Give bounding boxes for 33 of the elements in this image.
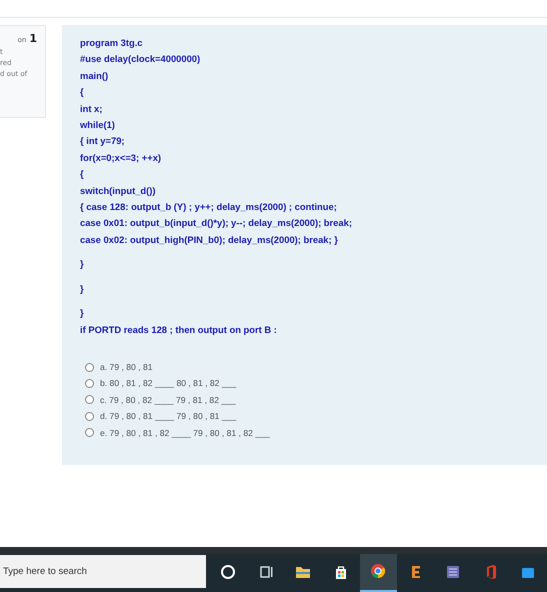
code-line: if PORTD reads 128 ; then output on port B :: [80, 322, 278, 337]
code-line: }: [80, 306, 85, 320]
code-line: while(1): [80, 118, 116, 132]
code-line: #use delay(clock=4000000): [80, 52, 202, 66]
search-field[interactable]: Type here to search: [0, 555, 206, 588]
code-line: }: [80, 257, 85, 272]
code-line: for(x=0;x<=3; ++x): [80, 150, 162, 165]
option-label[interactable]: b. 80 , 81 , 82 ____ 80 , 81 , 82 ___: [100, 378, 236, 388]
radio-button[interactable]: [85, 378, 94, 388]
option-label[interactable]: e. 79 , 80 , 81 , 82 ____ 79 , 80 , 81 , 82 ___: [100, 428, 270, 438]
code-line: { case 128: output_b (Y) ; y++; delay_ms(2000) ; continue;: [80, 200, 338, 214]
circle-icon: [220, 564, 236, 580]
code-line: switch(input_d()): [80, 184, 157, 198]
radio-button[interactable]: [85, 395, 94, 404]
radio-button[interactable]: [85, 428, 94, 438]
code-line: main(): [80, 68, 110, 83]
radio-button[interactable]: [85, 362, 94, 372]
radio-button[interactable]: [85, 412, 94, 421]
code-line: }: [80, 282, 85, 296]
task-view-icon: [258, 564, 274, 580]
code-line: case 0x01: output_b(input_d()*y); y--; delay_ms(2000); break;: [80, 216, 353, 230]
code-line: {: [80, 85, 85, 100]
code-line: {: [80, 167, 85, 182]
code-line: case 0x02: output_high(PIN_b0); delay_ms(2000); break; }: [80, 232, 339, 247]
option-label[interactable]: a. 79 , 80 , 81: [100, 362, 153, 372]
code-line: int x;: [80, 102, 104, 116]
option-label[interactable]: c. 79 , 80 , 82 ____ 79 , 81 , 82 ___: [100, 394, 236, 405]
question-number: 1: [29, 32, 37, 45]
chrome-icon: [370, 562, 386, 578]
code-line: { int y=79;: [80, 134, 126, 148]
app-grid-icon: [445, 564, 462, 580]
option-label[interactable]: d. 79 , 80 , 81 ____ 79 , 80 , 81 ___: [100, 411, 236, 422]
code-line: program 3tg.c: [80, 36, 144, 50]
